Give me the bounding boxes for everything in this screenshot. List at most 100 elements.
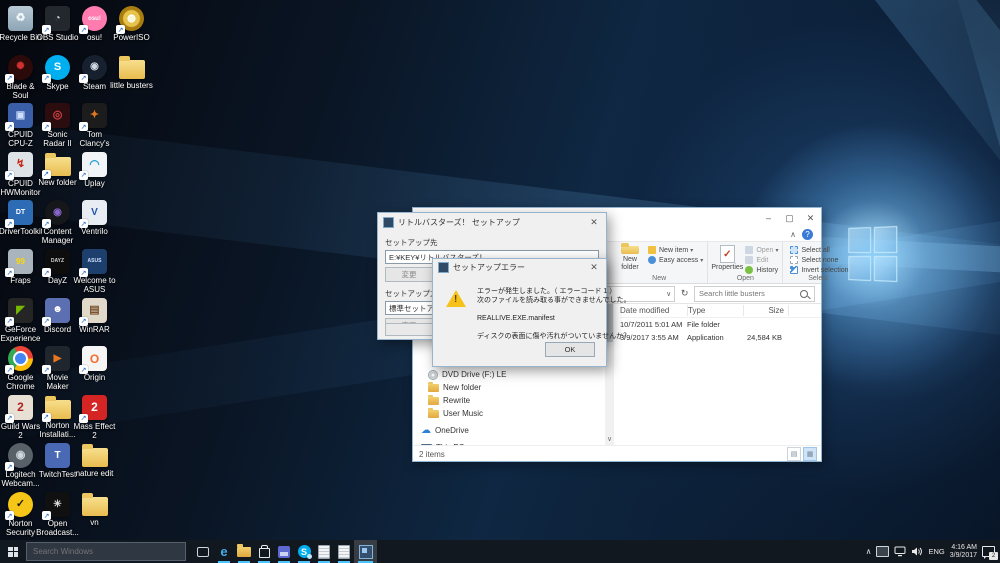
table-row[interactable]: 10/7/2011 5:01 AMFile folder [620,318,821,331]
select-all-button[interactable]: Select all [790,246,848,254]
clock[interactable]: 4:16 AM 3/9/2017 [950,544,977,560]
nav-item-dvd-drive-f-le[interactable]: DVD Drive (F:) LE [413,368,605,381]
column-size[interactable]: Size [744,305,789,316]
desktop-icon-norton-installati[interactable]: ↗Norton Installati... [39,395,76,439]
desktop-icon-origin[interactable]: O↗Origin [76,346,113,382]
desktop-icon-google-chrome[interactable]: ↗Google Chrome [2,346,39,391]
desktop-icon-poweriso[interactable]: ↗PowerISO [113,6,150,42]
properties-button[interactable]: ✓ Properties [712,244,742,272]
nav-item-onedrive[interactable]: ☁OneDrive [413,424,605,437]
nav-item-this-pc[interactable]: This PC [413,441,605,445]
search-input[interactable] [695,289,800,298]
desktop-icon-little-busters[interactable]: little busters [113,55,150,90]
icon-glyph: ↯ [16,159,25,170]
desktop-icon-sonic-radar-ii[interactable]: ◎↗Sonic Radar II [39,103,76,148]
search-icon[interactable] [800,290,808,298]
taskbar-skype[interactable]: S [294,540,314,563]
new-item-button[interactable]: New item ▾ [648,246,703,254]
error-filename: REALLIVE.EXE.manifest [477,315,555,322]
tray-overflow-icon[interactable]: ∧ [866,547,872,556]
desktop-icon-osu[interactable]: osu!↗osu! [76,6,113,42]
desktop-icon-blade-soul[interactable]: ✺↗Blade & Soul [2,55,39,100]
help-button[interactable]: ? [802,229,813,240]
taskbar-setup-app[interactable] [354,540,377,563]
maximize-button[interactable]: ▢ [779,210,800,226]
clock-date: 3/9/2017 [950,552,977,560]
desktop-icon-skype[interactable]: S↗Skype [39,55,76,91]
taskbar-search-input[interactable] [27,547,185,556]
start-button[interactable] [0,540,26,563]
desktop-icon-ventrilo[interactable]: V↗Ventrilo [76,200,113,236]
desktop-icon-movie-maker[interactable]: ▶↗Movie Maker [39,346,76,391]
easy-access-button[interactable]: Easy access ▾ [648,256,703,264]
table-row[interactable]: 3/9/2017 3:55 AMApplication24,584 KB [620,331,821,344]
language-indicator[interactable]: ENG [928,547,944,556]
desktop-icon-obs-studio[interactable]: ◔↗OBS Studio [39,6,76,42]
taskbar-edge[interactable]: e [214,540,234,563]
thumbnail-view-button[interactable]: ▦ [803,447,817,461]
edit-button[interactable]: Edit [745,256,778,264]
close-button[interactable]: ✕ [800,210,821,226]
taskbar-app-doc-1[interactable] [314,540,334,563]
desktop-icon-new-folder[interactable]: ↗New folder [39,152,76,187]
close-icon[interactable]: ✕ [587,217,601,228]
network-icon[interactable] [894,546,906,557]
desktop-icon-mass-effect-2[interactable]: 2↗Mass Effect 2 [76,395,113,440]
folder-icon [428,384,439,392]
taskbar-app-doc-2[interactable] [334,540,354,563]
desktop-icon-cpuid-hwmonitor[interactable]: ↯↗CPUID HWMonitor [2,152,39,197]
desktop-icon-norton-security[interactable]: ✓↗Norton Security [2,492,39,537]
shortcut-arrow-icon: ↗ [79,317,88,326]
vn-icon [82,497,108,516]
content-manager-as-icon: ◉↗ [45,200,70,225]
open-button[interactable]: Open ▾ [745,246,778,254]
movie-maker-icon: ▶↗ [45,346,70,371]
new-folder-button[interactable]: New folder [615,244,645,272]
nav-item-rewrite[interactable]: Rewrite [413,394,605,407]
ok-button[interactable]: OK [545,342,595,357]
desktop-icon-geforce-experience[interactable]: ◤↗GeForce Experience [2,298,39,343]
desktop-icon-vn[interactable]: vn [76,492,113,527]
history-button[interactable]: History [745,266,778,274]
desktop-icon-drivertoolkit[interactable]: DT↗DriverToolkit [2,200,39,236]
nav-item-new-folder[interactable]: New folder [413,381,605,394]
desktop-icon-dayz[interactable]: DAYZ↗DayZ [39,249,76,285]
desktop-icon-recycle-bin[interactable]: ♻Recycle Bin [2,6,39,42]
minimize-button[interactable]: – [758,210,779,226]
tray-app-icon[interactable] [876,546,889,557]
desktop-icon-fraps[interactable]: 99↗Fraps [2,249,39,285]
desktop-icon-steam[interactable]: ◉↗Steam [76,55,113,91]
refresh-icon[interactable]: ↻ [678,288,691,299]
desktop-icon-winrar[interactable]: ▤↗WinRAR [76,298,113,334]
desktop-icon-discord[interactable]: ☻↗Discord [39,298,76,334]
column-type[interactable]: Type [688,305,744,316]
nav-item-user-music[interactable]: User Music [413,407,605,420]
volume-icon[interactable] [911,546,923,557]
desktop-icon-nature-edit[interactable]: nature edit [76,443,113,478]
desktop-icon-tom-clancy-s-the-division[interactable]: ✦↗Tom Clancy's The Division [76,103,113,149]
action-center-button[interactable]: 2 [982,545,996,559]
taskbar-store[interactable] [254,540,274,563]
scroll-down-icon[interactable]: ∨ [605,435,614,445]
desktop-icon-open-broadcast[interactable]: ✳↗Open Broadcast... [39,492,76,537]
poweriso-icon: ↗ [119,6,144,31]
details-view-button[interactable]: ▤ [787,447,801,461]
close-icon[interactable]: ✕ [587,262,601,273]
invert-selection-button[interactable]: Invert selection [790,266,848,274]
desktop-icon-guild-wars-2[interactable]: 2↗Guild Wars 2 [2,395,39,440]
chevron-down-icon[interactable]: ∨ [666,290,671,298]
desktop-icon-uplay[interactable]: ◠↗Uplay [76,152,113,188]
column-date-modified[interactable]: Date modified [620,305,688,316]
desktop-icon-twitchtest[interactable]: TTwitchTest [39,443,76,479]
desktop-icon-welcome-to-asus-prod[interactable]: ASUS↗Welcome to ASUS Prod... [76,249,113,295]
desktop-icon-logitech-webcam[interactable]: ◉↗Logitech Webcam... [2,443,39,488]
desktop-icon-content-manager-as[interactable]: ◉↗Content Manager As... [39,200,76,246]
ribbon-collapse-icon[interactable]: ∧ [790,230,796,239]
desktop-icon-cpuid-cpu-z[interactable]: ▣↗CPUID CPU-Z [2,103,39,148]
task-view-button[interactable] [192,540,214,563]
change-dest-button[interactable]: 変更 [385,267,433,282]
select-none-button[interactable]: Select none [790,256,848,264]
edit-icon [745,256,753,264]
taskbar-file-explorer[interactable] [234,540,254,563]
taskbar-app-tile[interactable] [274,540,294,563]
